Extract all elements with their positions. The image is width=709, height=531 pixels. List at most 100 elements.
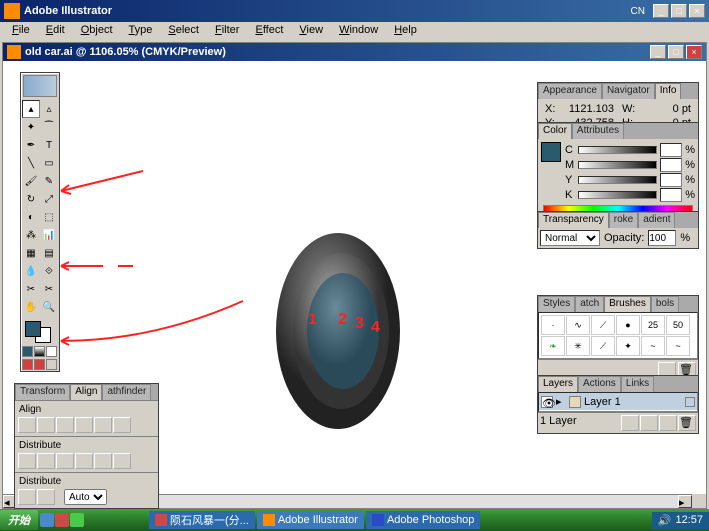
taskbar-item[interactable]: 陨石风暴一(分... [149,511,255,529]
dist-vcenter-button[interactable] [37,453,55,469]
maximize-button[interactable]: □ [671,4,687,18]
ime-indicator[interactable]: CN [631,6,645,17]
menu-type[interactable]: Type [121,22,161,42]
fill-stroke-swatch[interactable] [23,319,57,343]
tab-brushes[interactable]: Brushes [604,296,651,312]
layer-visibility-icon[interactable]: 👁 [541,396,553,408]
tab-gradient[interactable]: adient [638,212,675,228]
doc-close-button[interactable]: × [686,45,702,59]
slice-tool[interactable]: ✂ [22,280,40,298]
menu-window[interactable]: Window [331,22,386,42]
menu-select[interactable]: Select [160,22,207,42]
close-button[interactable]: × [689,4,705,18]
opacity-input[interactable] [648,230,676,246]
menu-file[interactable]: File [4,22,38,42]
layer-target-icon[interactable] [685,397,695,407]
dist-left-button[interactable] [75,453,93,469]
fill-color[interactable] [25,321,41,337]
artwork-ellipse[interactable] [273,231,403,431]
brush-item[interactable]: ⟋ [591,336,615,356]
zoom-tool[interactable]: 🔍 [40,298,58,316]
minimize-button[interactable]: _ [653,4,669,18]
none-mode-button[interactable] [46,346,57,357]
tab-transparency[interactable]: Transparency [538,212,609,228]
brush-item[interactable]: ✦ [616,336,640,356]
menu-filter[interactable]: Filter [207,22,247,42]
blend-tool[interactable]: ⟐ [40,262,58,280]
blend-mode-select[interactable]: Normal [540,230,600,246]
layer-row[interactable]: 👁 ▸ Layer 1 [539,393,697,410]
dist-top-button[interactable] [18,453,36,469]
color-swatch[interactable] [541,142,561,162]
quick-launch-icon[interactable] [40,513,54,527]
brush-item[interactable]: ❧ [541,336,565,356]
direct-selection-tool[interactable]: ▵ [40,100,58,118]
brush-item[interactable]: ~ [641,336,665,356]
free-transform-tool[interactable]: ⬚ [40,208,58,226]
new-layer-button[interactable] [659,415,677,431]
tab-attributes[interactable]: Attributes [572,123,624,139]
brush-item[interactable]: ✳ [566,336,590,356]
y-value[interactable] [660,173,682,187]
k-value[interactable] [660,188,682,202]
brush-item[interactable]: 50 [666,315,690,335]
tab-pathfinder[interactable]: athfinder [102,384,151,400]
brush-item[interactable]: ⟋ [591,315,615,335]
tab-swatches[interactable]: atch [575,296,604,312]
screen-mode-full[interactable] [46,359,57,370]
pen-tool[interactable]: ✒ [22,136,40,154]
scissors-tool[interactable]: ✂ [40,280,58,298]
brush-item[interactable]: ∿ [566,315,590,335]
align-left-button[interactable] [18,417,36,433]
taskbar-item-active[interactable]: Adobe Illustrator [257,511,364,529]
align-bottom-button[interactable] [113,417,131,433]
screen-mode-full-menu[interactable] [34,359,45,370]
menu-edit[interactable]: Edit [38,22,73,42]
tab-symbols[interactable]: bols [651,296,679,312]
layers-btn-2[interactable] [640,415,658,431]
doc-minimize-button[interactable]: _ [650,45,666,59]
symbol-sprayer-tool[interactable]: ⁂ [22,226,40,244]
gradient-mode-button[interactable] [34,346,45,357]
clock[interactable]: 12:57 [675,514,703,526]
rotate-tool[interactable]: ↻ [22,190,40,208]
brush-item[interactable]: 25 [641,315,665,335]
tab-layers[interactable]: Layers [538,376,578,392]
m-value[interactable] [660,158,682,172]
y-slider[interactable] [578,176,657,184]
delete-layer-button[interactable]: 🗑 [678,415,696,431]
hand-tool[interactable]: ✋ [22,298,40,316]
warp-tool[interactable]: ◐ [22,208,40,226]
color-mode-button[interactable] [22,346,33,357]
menu-view[interactable]: View [291,22,331,42]
menu-object[interactable]: Object [73,22,121,42]
tab-links[interactable]: Links [621,376,654,392]
tab-align[interactable]: Align [70,384,102,400]
start-button[interactable]: 开始 [0,510,38,530]
mesh-tool[interactable]: ▦ [22,244,40,262]
m-slider[interactable] [578,161,657,169]
taskbar-item[interactable]: Adobe Photoshop [366,511,480,529]
align-top-button[interactable] [75,417,93,433]
spacing-select[interactable]: Auto [64,489,107,505]
tab-appearance[interactable]: Appearance [538,83,602,99]
magic-wand-tool[interactable]: ✦ [22,118,40,136]
tab-transform[interactable]: Transform [15,384,70,400]
selection-tool[interactable]: ▴ [22,100,40,118]
dist-hspace-button[interactable] [37,489,55,505]
dist-vspace-button[interactable] [18,489,36,505]
quick-launch-icon[interactable] [70,513,84,527]
tray-icon[interactable]: 🔊 [658,514,672,527]
eyedropper-tool[interactable]: 💧 [22,262,40,280]
paintbrush-tool[interactable]: 🖌 [22,172,40,190]
dist-bottom-button[interactable] [56,453,74,469]
dist-hcenter-button[interactable] [94,453,112,469]
gradient-tool[interactable]: ▤ [40,244,58,262]
menu-effect[interactable]: Effect [247,22,291,42]
k-slider[interactable] [578,191,657,199]
graph-tool[interactable]: 📊 [40,226,58,244]
tab-stroke[interactable]: roke [609,212,638,228]
align-right-button[interactable] [56,417,74,433]
pencil-tool[interactable]: ✎ [40,172,58,190]
tab-info[interactable]: Info [655,83,682,99]
